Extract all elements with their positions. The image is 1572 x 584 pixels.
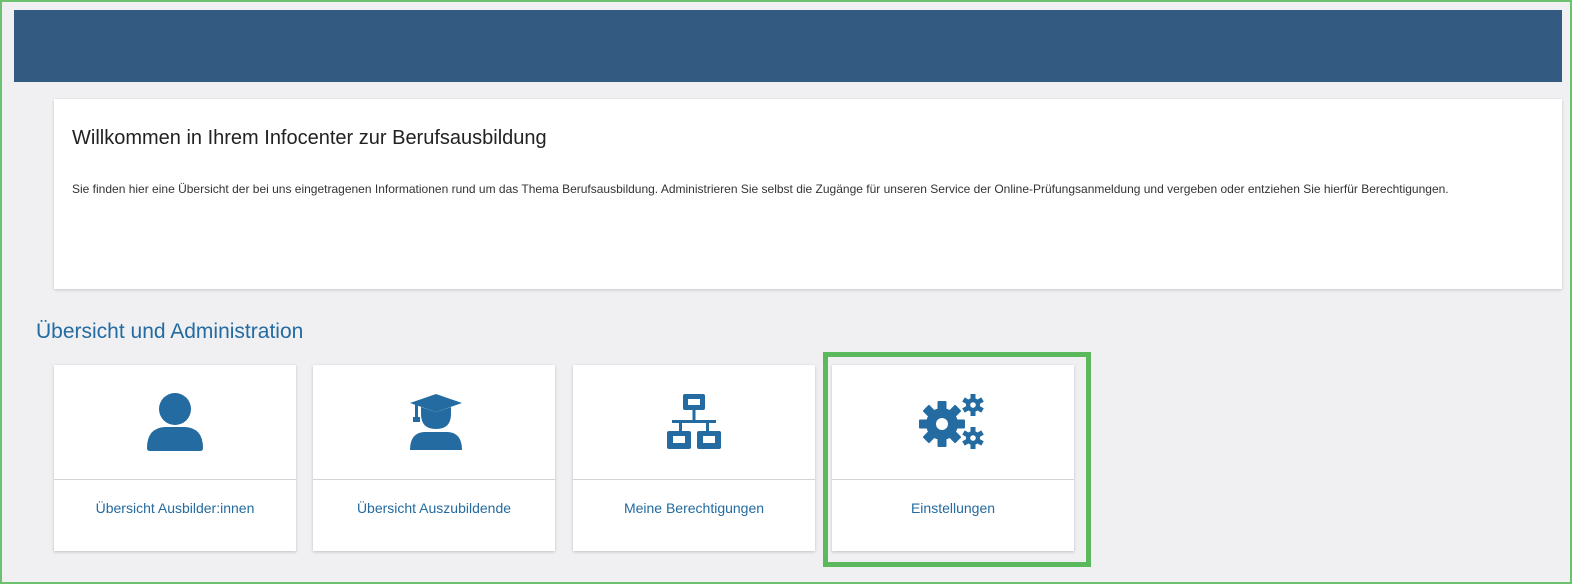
tile-label: Meine Berechtigungen: [623, 500, 765, 516]
tile-settings[interactable]: Einstellungen: [832, 365, 1074, 551]
gears-icon: [919, 394, 984, 449]
app-frame: Willkommen in Ihrem Infocenter zur Beruf…: [0, 0, 1572, 584]
tile-divider: [832, 479, 1074, 480]
network-icon: [667, 394, 721, 449]
welcome-card: Willkommen in Ihrem Infocenter zur Beruf…: [54, 99, 1562, 289]
tile-label: Übersicht Ausbilder:innen: [95, 500, 255, 516]
welcome-text: Sie finden hier eine Übersicht der bei u…: [72, 182, 1449, 196]
tile-label: Übersicht Auszubildende: [356, 500, 512, 516]
tile-divider: [54, 479, 296, 480]
welcome-title: Willkommen in Ihrem Infocenter zur Beruf…: [72, 127, 547, 149]
header-bar: [14, 10, 1562, 82]
section-title: Übersicht und Administration: [36, 320, 304, 343]
tile-trainers[interactable]: Übersicht Ausbilder:innen: [54, 365, 296, 551]
tile-divider: [573, 479, 815, 480]
tile-apprentices[interactable]: Übersicht Auszubildende: [313, 365, 555, 551]
tile-permissions[interactable]: Meine Berechtigungen: [573, 365, 815, 551]
tile-divider: [313, 479, 555, 480]
graduate-icon: [410, 394, 462, 450]
user-icon: [147, 393, 203, 451]
tile-label: Einstellungen: [910, 500, 996, 516]
